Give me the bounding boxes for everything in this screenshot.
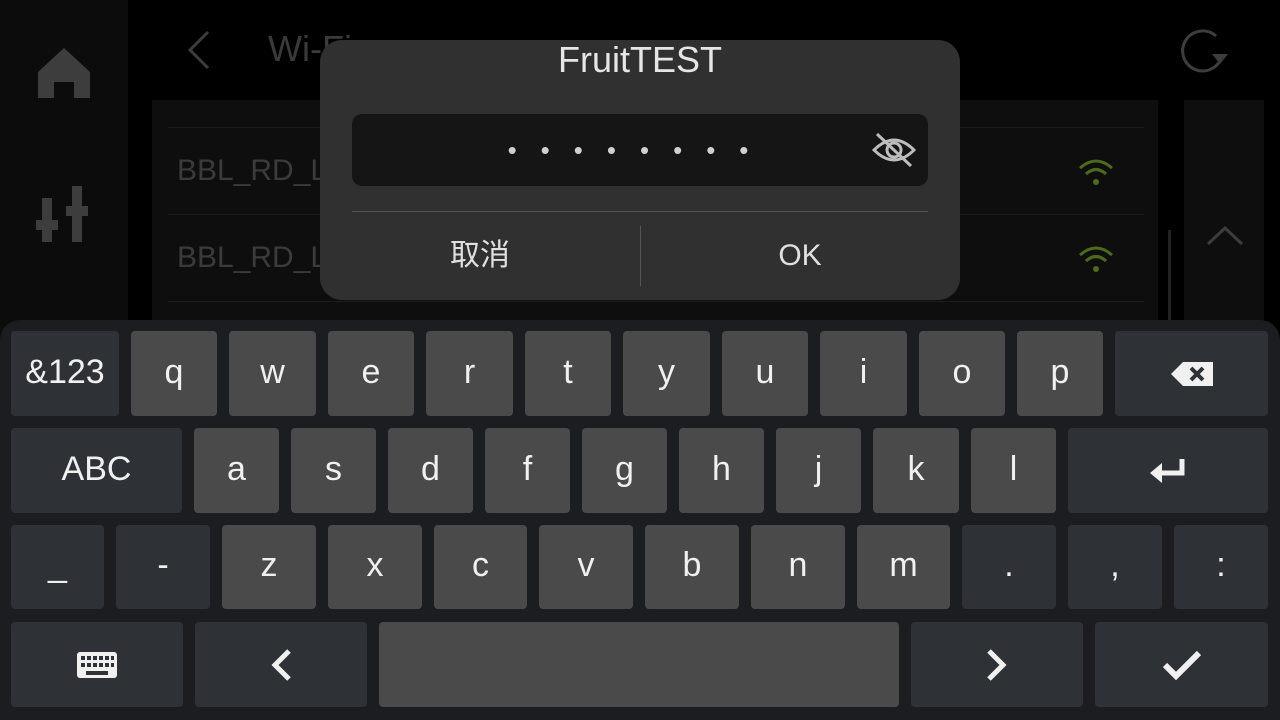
key-hyphen[interactable]: - [116, 525, 210, 609]
key-label: r [463, 352, 476, 391]
key-label: j [814, 449, 823, 488]
key-l[interactable]: l [971, 428, 1056, 513]
key-h[interactable]: h [679, 428, 764, 513]
key-done[interactable] [1095, 622, 1268, 707]
key-p[interactable]: p [1017, 331, 1103, 416]
key-period[interactable]: . [962, 525, 1056, 609]
key-label: f [522, 449, 533, 488]
key-c[interactable]: c [434, 525, 527, 609]
key-g[interactable]: g [582, 428, 667, 513]
dialog-title: FruitTEST [557, 39, 722, 80]
done-check-icon [1162, 650, 1201, 680]
key-cursor-left[interactable] [195, 622, 367, 707]
key-r[interactable]: r [426, 331, 513, 416]
key-space[interactable] [379, 622, 899, 707]
key-u[interactable]: u [722, 331, 808, 416]
key-label: . [1004, 545, 1014, 584]
back-icon[interactable] [180, 28, 220, 72]
key-e[interactable]: e [328, 331, 414, 416]
scroll-panel [1184, 100, 1264, 340]
key-label: : [1216, 545, 1226, 584]
key-label: g [615, 449, 634, 488]
key-z[interactable]: z [222, 525, 316, 609]
key-label: o [952, 352, 972, 391]
cursor-right-icon [987, 648, 1007, 681]
key-label: m [889, 545, 918, 584]
key-label: &123 [25, 352, 105, 391]
key-b[interactable]: b [645, 525, 739, 609]
key-label: k [907, 449, 925, 488]
key-label: b [682, 545, 702, 584]
key-v[interactable]: v [539, 525, 633, 609]
key-k[interactable]: k [873, 428, 959, 513]
key-m[interactable]: m [857, 525, 950, 609]
backspace-icon [1170, 361, 1213, 386]
key-symbols[interactable]: &123 [11, 331, 119, 416]
key-label: c [472, 545, 489, 584]
key-underscore[interactable]: _ [11, 525, 104, 609]
key-label: , [1110, 545, 1120, 584]
key-comma[interactable]: , [1068, 525, 1162, 609]
wifi-ssid: BBL_RD_La [177, 241, 344, 274]
dialog-divider [352, 211, 928, 212]
refresh-icon[interactable] [1176, 24, 1232, 76]
eye-hidden-icon[interactable] [871, 130, 917, 170]
key-label: n [788, 545, 808, 584]
password-value: •••••••• [507, 135, 773, 165]
enter-icon [1150, 458, 1185, 483]
key-a[interactable]: a [194, 428, 279, 513]
key-label: q [164, 352, 184, 391]
key-label: d [421, 449, 440, 488]
key-hide-keyboard[interactable] [11, 622, 183, 707]
key-n[interactable]: n [751, 525, 845, 609]
key-backspace[interactable] [1115, 331, 1268, 416]
key-enter[interactable] [1068, 428, 1268, 513]
cursor-left-icon [271, 648, 291, 681]
key-label: h [712, 449, 731, 488]
wifi-ssid: BBL_RD_La [177, 154, 344, 187]
key-label: s [325, 449, 342, 488]
on-screen-keyboard: &123 q w e r t y u i o p ABC a s d f g h… [0, 320, 1280, 720]
home-icon[interactable] [32, 40, 96, 104]
key-w[interactable]: w [229, 331, 316, 416]
key-y[interactable]: y [623, 331, 710, 416]
key-label: - [157, 545, 169, 584]
key-label: z [260, 545, 278, 584]
key-label: a [227, 449, 246, 488]
key-x[interactable]: x [328, 525, 422, 609]
ok-button[interactable]: OK [640, 226, 960, 286]
key-f[interactable]: f [485, 428, 570, 513]
key-cursor-right[interactable] [911, 622, 1083, 707]
key-j[interactable]: j [776, 428, 861, 513]
key-s[interactable]: s [291, 428, 376, 513]
key-t[interactable]: t [525, 331, 611, 416]
key-label: v [577, 545, 595, 584]
key-label: t [563, 352, 573, 391]
password-dialog: FruitTEST •••••••• 取消 OK [320, 40, 960, 300]
key-label: _ [48, 545, 67, 584]
key-i[interactable]: i [820, 331, 907, 416]
key-label: e [361, 352, 381, 391]
key-label: p [1050, 352, 1070, 391]
key-label: u [755, 352, 775, 391]
key-colon[interactable]: : [1174, 525, 1268, 609]
key-label: l [1009, 449, 1018, 488]
controls-icon[interactable] [32, 182, 96, 246]
wifi-signal-icon [1078, 158, 1114, 186]
cancel-button[interactable]: 取消 [320, 226, 640, 286]
key-label: i [859, 352, 868, 391]
wifi-signal-icon [1078, 245, 1114, 273]
key-label: x [366, 545, 384, 584]
key-label: y [658, 352, 675, 391]
key-q[interactable]: q [131, 331, 217, 416]
key-label: w [260, 352, 285, 391]
keyboard-hide-icon [77, 651, 117, 678]
key-d[interactable]: d [388, 428, 473, 513]
password-input[interactable]: •••••••• [352, 114, 928, 186]
scroll-up-icon[interactable] [1206, 222, 1244, 248]
key-o[interactable]: o [919, 331, 1005, 416]
key-label: ABC [61, 449, 132, 488]
key-abc[interactable]: ABC [11, 428, 182, 513]
